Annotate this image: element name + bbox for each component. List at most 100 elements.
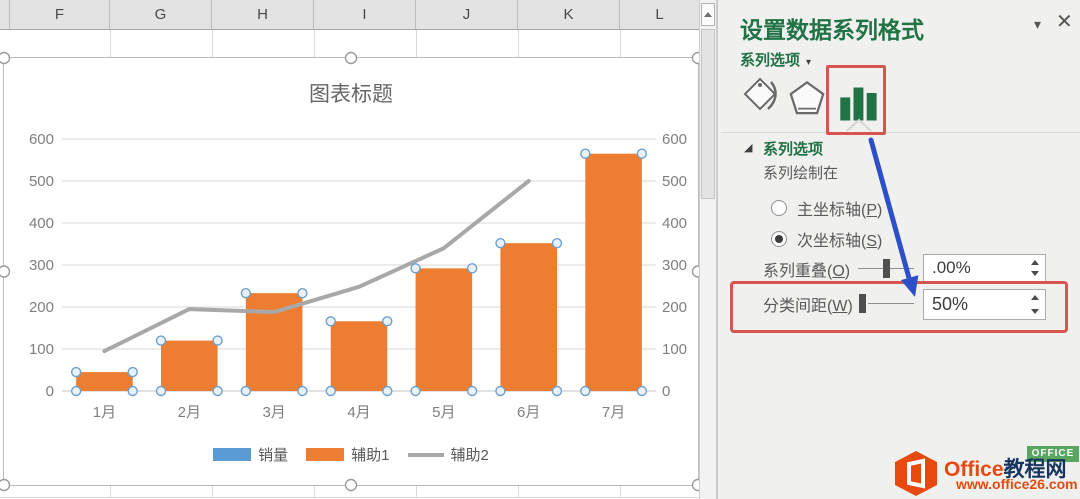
- secondary-y-axis-label[interactable]: 0: [662, 383, 670, 400]
- tab-effects[interactable]: [788, 79, 826, 117]
- column-header-h[interactable]: H: [212, 0, 314, 29]
- series-selection-handle[interactable]: [155, 335, 167, 346]
- series-selection-handle[interactable]: [636, 148, 648, 159]
- series-selection-handle[interactable]: [127, 366, 138, 378]
- overlap-value[interactable]: .00%: [932, 255, 971, 281]
- y-axis-label[interactable]: 100: [29, 341, 54, 358]
- bar-辅助1[interactable]: [330, 321, 388, 391]
- bar-辅助1[interactable]: [76, 372, 133, 391]
- vertical-scrollbar[interactable]: [699, 0, 717, 499]
- y-axis-label[interactable]: 400: [29, 215, 54, 232]
- secondary-y-axis-label[interactable]: 400: [662, 215, 687, 232]
- secondary-y-axis-label[interactable]: 300: [662, 257, 687, 274]
- series-selection-handle[interactable]: [466, 263, 478, 274]
- x-axis-label[interactable]: 5月: [432, 404, 455, 421]
- legend-item-aux1[interactable]: 辅助1: [306, 444, 390, 465]
- close-icon[interactable]: ✕: [1056, 9, 1073, 34]
- spin-up-icon[interactable]: [1031, 260, 1039, 265]
- section-title-series-options[interactable]: 系列选项: [763, 138, 823, 159]
- series-selection-handle[interactable]: [580, 385, 591, 397]
- secondary-y-axis-label[interactable]: 600: [662, 131, 687, 148]
- series-selection-handle[interactable]: [382, 316, 393, 327]
- series-selection-handle[interactable]: [410, 263, 421, 274]
- column-header-g[interactable]: G: [110, 0, 212, 29]
- secondary-y-axis-label[interactable]: 500: [662, 173, 687, 190]
- format-series-pane: 设置数据系列格式 ▾ ✕ 系列选项 ▾ ◢ 系列选项 系列绘制在 主坐标轴(P)…: [717, 0, 1080, 499]
- x-axis-label[interactable]: 7月: [602, 404, 625, 421]
- gridline: [110, 30, 111, 57]
- y-axis-label[interactable]: 300: [29, 257, 54, 274]
- scrollbar-thumb[interactable]: [701, 29, 715, 199]
- overlap-slider-handle[interactable]: [883, 259, 890, 278]
- series-selection-handle[interactable]: [297, 287, 308, 299]
- legend-item-sales[interactable]: 销量: [213, 444, 288, 465]
- series-selection-handle[interactable]: [70, 385, 82, 397]
- chart-selection-handle[interactable]: [0, 478, 11, 492]
- chart-selection-handle[interactable]: [0, 265, 11, 278]
- series-selection-handle[interactable]: [495, 237, 506, 249]
- column-header-row: F G H I J K L: [0, 0, 699, 30]
- series-selection-handle[interactable]: [466, 385, 478, 397]
- column-header-k[interactable]: K: [518, 0, 620, 29]
- series-selection-handle[interactable]: [382, 385, 393, 397]
- radio-button[interactable]: [771, 200, 787, 216]
- gridline: [518, 486, 519, 497]
- secondary-y-axis-label[interactable]: 200: [662, 299, 687, 316]
- series-selection-handle[interactable]: [297, 385, 308, 397]
- y-axis-label[interactable]: 500: [29, 173, 54, 190]
- radio-primary-axis[interactable]: 主坐标轴(P): [771, 196, 882, 220]
- scroll-up-button[interactable]: [701, 3, 715, 26]
- series-selection-handle[interactable]: [212, 335, 223, 346]
- series-selection-handle[interactable]: [212, 385, 223, 397]
- x-axis-label[interactable]: 3月: [262, 404, 285, 421]
- series-selection-handle[interactable]: [240, 385, 252, 397]
- column-header-partial[interactable]: [0, 0, 10, 29]
- bar-辅助1[interactable]: [415, 268, 473, 391]
- x-axis-label[interactable]: 1月: [93, 404, 116, 421]
- series-options-dropdown[interactable]: 系列选项 ▾: [740, 49, 811, 70]
- bar-辅助1[interactable]: [161, 340, 218, 391]
- series-selection-handle[interactable]: [70, 366, 82, 378]
- y-axis-label[interactable]: 200: [29, 299, 54, 316]
- overlap-spinbox[interactable]: .00%: [923, 254, 1046, 282]
- column-header-l[interactable]: L: [620, 0, 699, 29]
- chart-legend[interactable]: 销量 辅助1 辅助2: [4, 444, 698, 465]
- series-selection-handle[interactable]: [551, 237, 563, 249]
- chart-plot-area[interactable]: 0 0 100 100 200 200 300 300 400 400 500 500 600 600 1月…: [0, 51, 705, 492]
- series-selection-handle[interactable]: [495, 385, 506, 397]
- series-selection-handle[interactable]: [127, 385, 138, 397]
- column-header-f[interactable]: F: [10, 0, 110, 29]
- chart-selection-handle[interactable]: [0, 51, 11, 65]
- radio-secondary-axis[interactable]: 次坐标轴(S): [771, 227, 882, 251]
- series-selection-handle[interactable]: [325, 316, 336, 327]
- section-expand-icon[interactable]: ◢: [744, 141, 752, 154]
- series-selection-handle[interactable]: [580, 148, 591, 159]
- chart-object[interactable]: 图表标题 0 0 100 100 200 200 300 300 400 400 500 500 600…: [0, 51, 705, 492]
- gridline: [110, 486, 111, 497]
- bar-辅助1[interactable]: [500, 243, 557, 391]
- radio-label: 次坐标轴(S): [797, 233, 883, 250]
- chart-selection-handle[interactable]: [344, 478, 358, 492]
- column-header-i[interactable]: I: [314, 0, 416, 29]
- y-axis-label[interactable]: 600: [29, 131, 54, 148]
- x-axis-label[interactable]: 2月: [178, 404, 201, 421]
- series-selection-handle[interactable]: [410, 385, 421, 397]
- pane-collapse-icon[interactable]: ▾: [1034, 16, 1041, 33]
- x-axis-label[interactable]: 4月: [347, 404, 370, 421]
- gridline: [518, 30, 519, 57]
- series-selection-handle[interactable]: [636, 385, 648, 397]
- secondary-y-axis-label[interactable]: 100: [662, 341, 687, 358]
- series-selection-handle[interactable]: [240, 287, 252, 299]
- legend-item-aux2[interactable]: 辅助2: [407, 444, 489, 465]
- bar-辅助1[interactable]: [585, 153, 642, 391]
- series-selection-handle[interactable]: [551, 385, 563, 397]
- y-axis-label[interactable]: 0: [46, 383, 54, 400]
- chart-selection-handle[interactable]: [344, 51, 358, 65]
- series-selection-handle[interactable]: [155, 385, 167, 397]
- tab-fill-line[interactable]: [740, 76, 782, 116]
- column-header-j[interactable]: J: [416, 0, 518, 29]
- x-axis-label[interactable]: 6月: [517, 404, 540, 421]
- radio-button[interactable]: [771, 231, 787, 247]
- series-selection-handle[interactable]: [325, 385, 336, 397]
- spin-down-icon[interactable]: [1031, 271, 1039, 276]
